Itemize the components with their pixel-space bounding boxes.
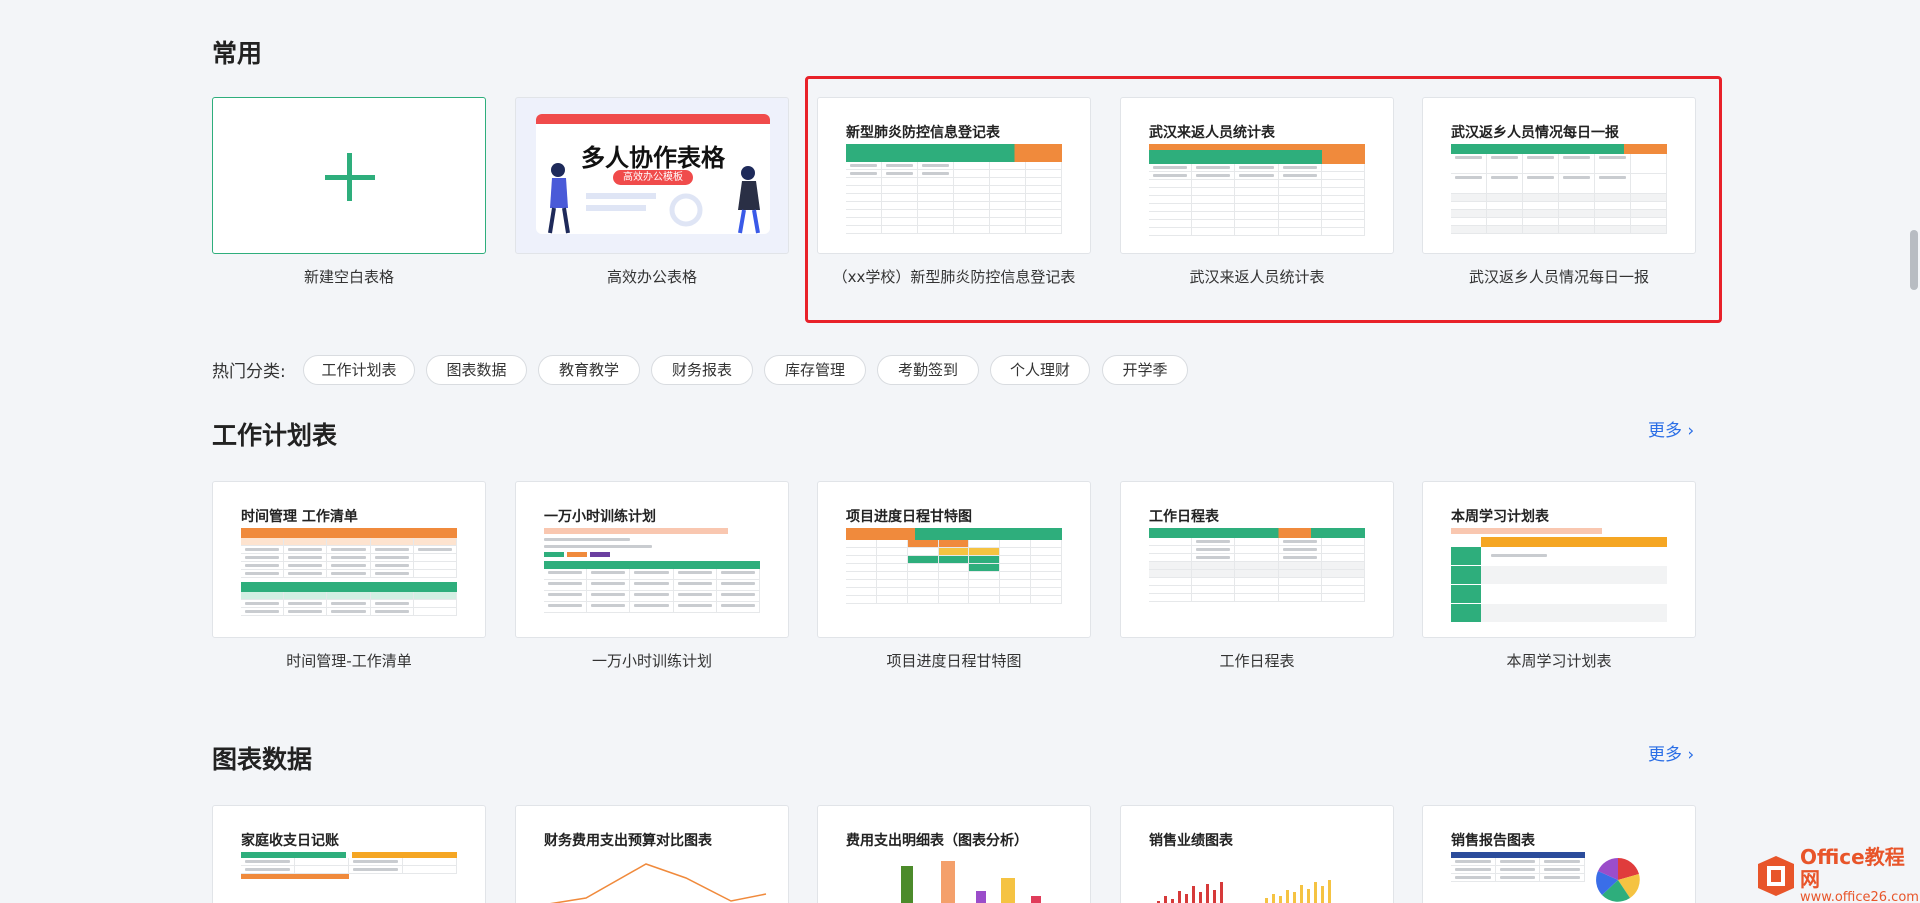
watermark-url: www.office26.com: [1800, 890, 1919, 903]
template-card-10000-hour-plan[interactable]: 一万小时训练计划: [515, 481, 789, 638]
card-caption: 工作日程表: [1219, 652, 1295, 670]
new-blank-sheet-card[interactable]: [212, 97, 486, 254]
category-tag[interactable]: 开学季: [1102, 355, 1188, 385]
template-card-expense-detail[interactable]: 费用支出明细表（图表分析）: [817, 805, 1091, 903]
card-caption: 高效办公表格: [606, 268, 697, 286]
plus-icon: [325, 153, 375, 201]
card-title: 项目进度日程甘特图: [846, 509, 972, 525]
template-preview: [846, 528, 1062, 637]
section-title-chart-data: 图表数据: [212, 745, 313, 774]
template-preview: [544, 528, 760, 637]
watermark-brand: Office教程网: [1800, 845, 1905, 891]
category-tag[interactable]: 库存管理: [764, 355, 866, 385]
card-title: 一万小时训练计划: [544, 509, 656, 525]
more-link-work-plan[interactable]: 更多 ›: [1648, 416, 1694, 441]
category-tag[interactable]: 考勤签到: [877, 355, 979, 385]
card-title: 本周学习计划表: [1451, 509, 1549, 525]
card-title: 时间管理 工作清单: [241, 509, 358, 525]
bar-chart-preview-icon: [901, 861, 1041, 903]
template-card-sales-report[interactable]: 销售报告图表: [1422, 805, 1696, 903]
card-title: 家庭收支日记账: [241, 833, 339, 849]
more-link-chart-data[interactable]: 更多 ›: [1648, 740, 1694, 765]
card-caption: 项目进度日程甘特图: [886, 652, 1022, 670]
section-title-common: 常用: [212, 39, 263, 68]
line-chart-preview-icon: [550, 863, 767, 903]
category-tag[interactable]: 图表数据: [426, 355, 527, 385]
pie-chart-preview-icon: [1596, 858, 1640, 902]
template-card-household-ledger[interactable]: 家庭收支日记账: [212, 805, 486, 903]
hot-categories-label: 热门分类:: [212, 362, 286, 382]
category-tag[interactable]: 财务报表: [651, 355, 753, 385]
red-highlight-annotation: [805, 76, 1722, 323]
category-tag[interactable]: 个人理财: [990, 355, 1090, 385]
template-card-budget-comparison[interactable]: 财务费用支出预算对比图表: [515, 805, 789, 903]
template-preview: [1451, 528, 1667, 637]
card-caption: 一万小时训练计划: [591, 652, 712, 670]
template-card-sales-performance[interactable]: 销售业绩图表: [1120, 805, 1394, 903]
template-card-time-management[interactable]: 时间管理 工作清单: [212, 481, 486, 638]
card-caption: 时间管理-工作清单: [286, 652, 412, 670]
column-chart-preview-icon: [1157, 880, 1331, 903]
template-card-work-schedule[interactable]: 工作日程表: [1120, 481, 1394, 638]
template-preview: [241, 852, 457, 903]
card-caption: 本周学习计划表: [1506, 652, 1612, 670]
office26-watermark: Office教程网 www.office26.com: [1756, 846, 1920, 903]
template-card-weekly-study-plan[interactable]: 本周学习计划表: [1422, 481, 1696, 638]
template-preview: [1149, 528, 1365, 637]
template-preview: [241, 528, 457, 637]
category-tag[interactable]: 工作计划表: [303, 355, 415, 385]
people-illustration-icon: [548, 163, 760, 234]
category-tag[interactable]: 教育教学: [538, 355, 640, 385]
efficient-office-card[interactable]: 多人协作表格 高效办公模板: [515, 97, 789, 254]
vertical-scrollbar-thumb[interactable]: [1910, 230, 1918, 290]
office-logo-icon: [1756, 854, 1796, 898]
template-card-gantt[interactable]: 项目进度日程甘特图: [817, 481, 1091, 638]
card-title: 工作日程表: [1149, 509, 1219, 525]
card-caption: 新建空白表格: [303, 268, 394, 286]
section-title-work-plan: 工作计划表: [212, 421, 338, 450]
